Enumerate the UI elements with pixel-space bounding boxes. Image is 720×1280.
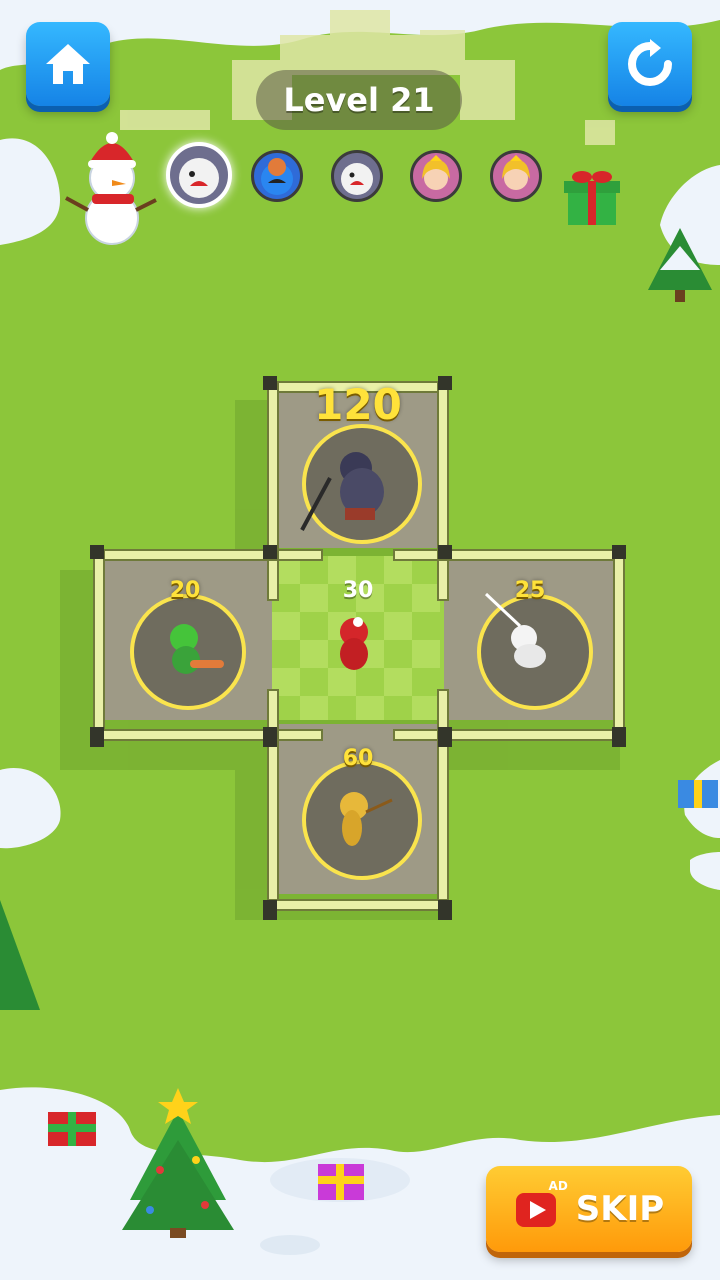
player-santa[interactable] bbox=[340, 617, 368, 670]
opponent-avatar-2 bbox=[251, 150, 303, 202]
skip-button[interactable]: AD SKIP bbox=[486, 1166, 692, 1252]
opponent-avatar-3 bbox=[331, 150, 383, 202]
gift-icon bbox=[562, 165, 622, 227]
restart-button[interactable] bbox=[608, 22, 692, 106]
room-right-power: 25 bbox=[514, 578, 546, 603]
opponent-avatar-5 bbox=[490, 150, 542, 202]
gift-decoration-bottom bbox=[318, 1164, 364, 1200]
snowman-icon bbox=[60, 130, 160, 245]
room-bottom-power: 60 bbox=[342, 746, 374, 771]
video-ad-icon: AD bbox=[514, 1179, 568, 1231]
level-indicator: Level 21 bbox=[256, 70, 462, 130]
opponent-avatar-current bbox=[166, 142, 232, 208]
ad-tag: AD bbox=[548, 1179, 568, 1193]
gift-decoration-right bbox=[678, 780, 718, 808]
player-power: 30 bbox=[342, 578, 374, 603]
room-left-power: 20 bbox=[169, 578, 201, 603]
opponent-avatar-4 bbox=[410, 150, 462, 202]
skip-label: SKIP bbox=[575, 1189, 665, 1229]
level-label: Level 21 bbox=[283, 81, 435, 119]
home-button[interactable] bbox=[26, 22, 110, 106]
restart-icon bbox=[628, 39, 672, 86]
gift-decoration-left bbox=[48, 1112, 96, 1146]
home-icon bbox=[46, 44, 90, 84]
room-top-power: 120 bbox=[314, 380, 402, 429]
